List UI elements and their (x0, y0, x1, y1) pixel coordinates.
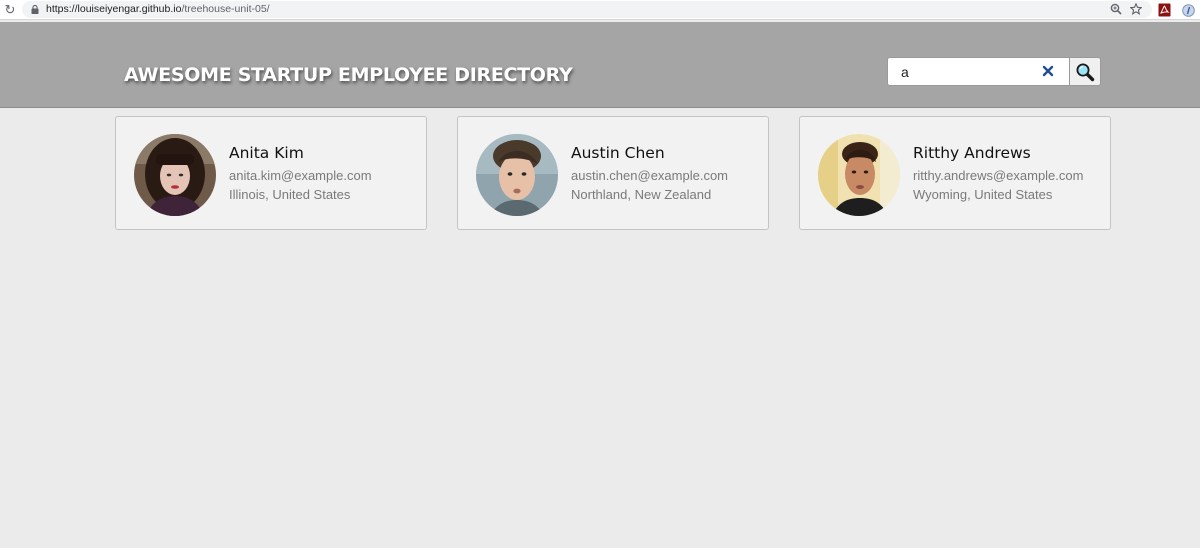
extension-icon[interactable] (1180, 2, 1196, 18)
reload-icon[interactable]: ↻ (2, 2, 18, 18)
employee-location: Wyoming, United States (913, 187, 1053, 202)
search-button[interactable] (1069, 57, 1101, 86)
site-header: AWESOME STARTUP EMPLOYEE DIRECTORY (0, 22, 1200, 108)
avatar (818, 134, 900, 216)
employee-card[interactable]: Anita Kim anita.kim@example.com Illinois… (115, 116, 427, 230)
url-path: /treehouse-unit-05/ (181, 3, 270, 15)
url-text: https://louiseiyengar.github.io/treehous… (46, 3, 270, 16)
zoom-icon[interactable] (1108, 1, 1124, 17)
employee-location: Illinois, United States (229, 187, 351, 202)
lock-icon (31, 5, 39, 14)
employee-email: anita.kim@example.com (229, 168, 372, 183)
avatar (476, 134, 558, 216)
employee-name: Ritthy Andrews (913, 144, 1031, 162)
browser-toolbar: ↻ https://louiseiyengar.github.io/treeho… (0, 0, 1200, 20)
url-host: https://louiseiyengar.github.io (46, 3, 182, 15)
page-title: AWESOME STARTUP EMPLOYEE DIRECTORY (124, 64, 573, 86)
employee-location: Northland, New Zealand (571, 187, 712, 202)
close-icon[interactable] (1041, 64, 1055, 78)
search-form (887, 57, 1101, 86)
employee-name: Anita Kim (229, 144, 304, 162)
employee-name: Austin Chen (571, 144, 665, 162)
employee-email: ritthy.andrews@example.com (913, 168, 1084, 183)
employee-card[interactable]: Ritthy Andrews ritthy.andrews@example.co… (799, 116, 1111, 230)
address-bar[interactable]: https://louiseiyengar.github.io/treehous… (22, 1, 1152, 18)
avatar (134, 134, 216, 216)
pdf-extension-icon[interactable] (1156, 2, 1172, 18)
star-icon[interactable] (1128, 1, 1144, 17)
employee-card[interactable]: Austin Chen austin.chen@example.com Nort… (457, 116, 769, 230)
search-icon (1076, 63, 1095, 81)
employee-email: austin.chen@example.com (571, 168, 728, 183)
